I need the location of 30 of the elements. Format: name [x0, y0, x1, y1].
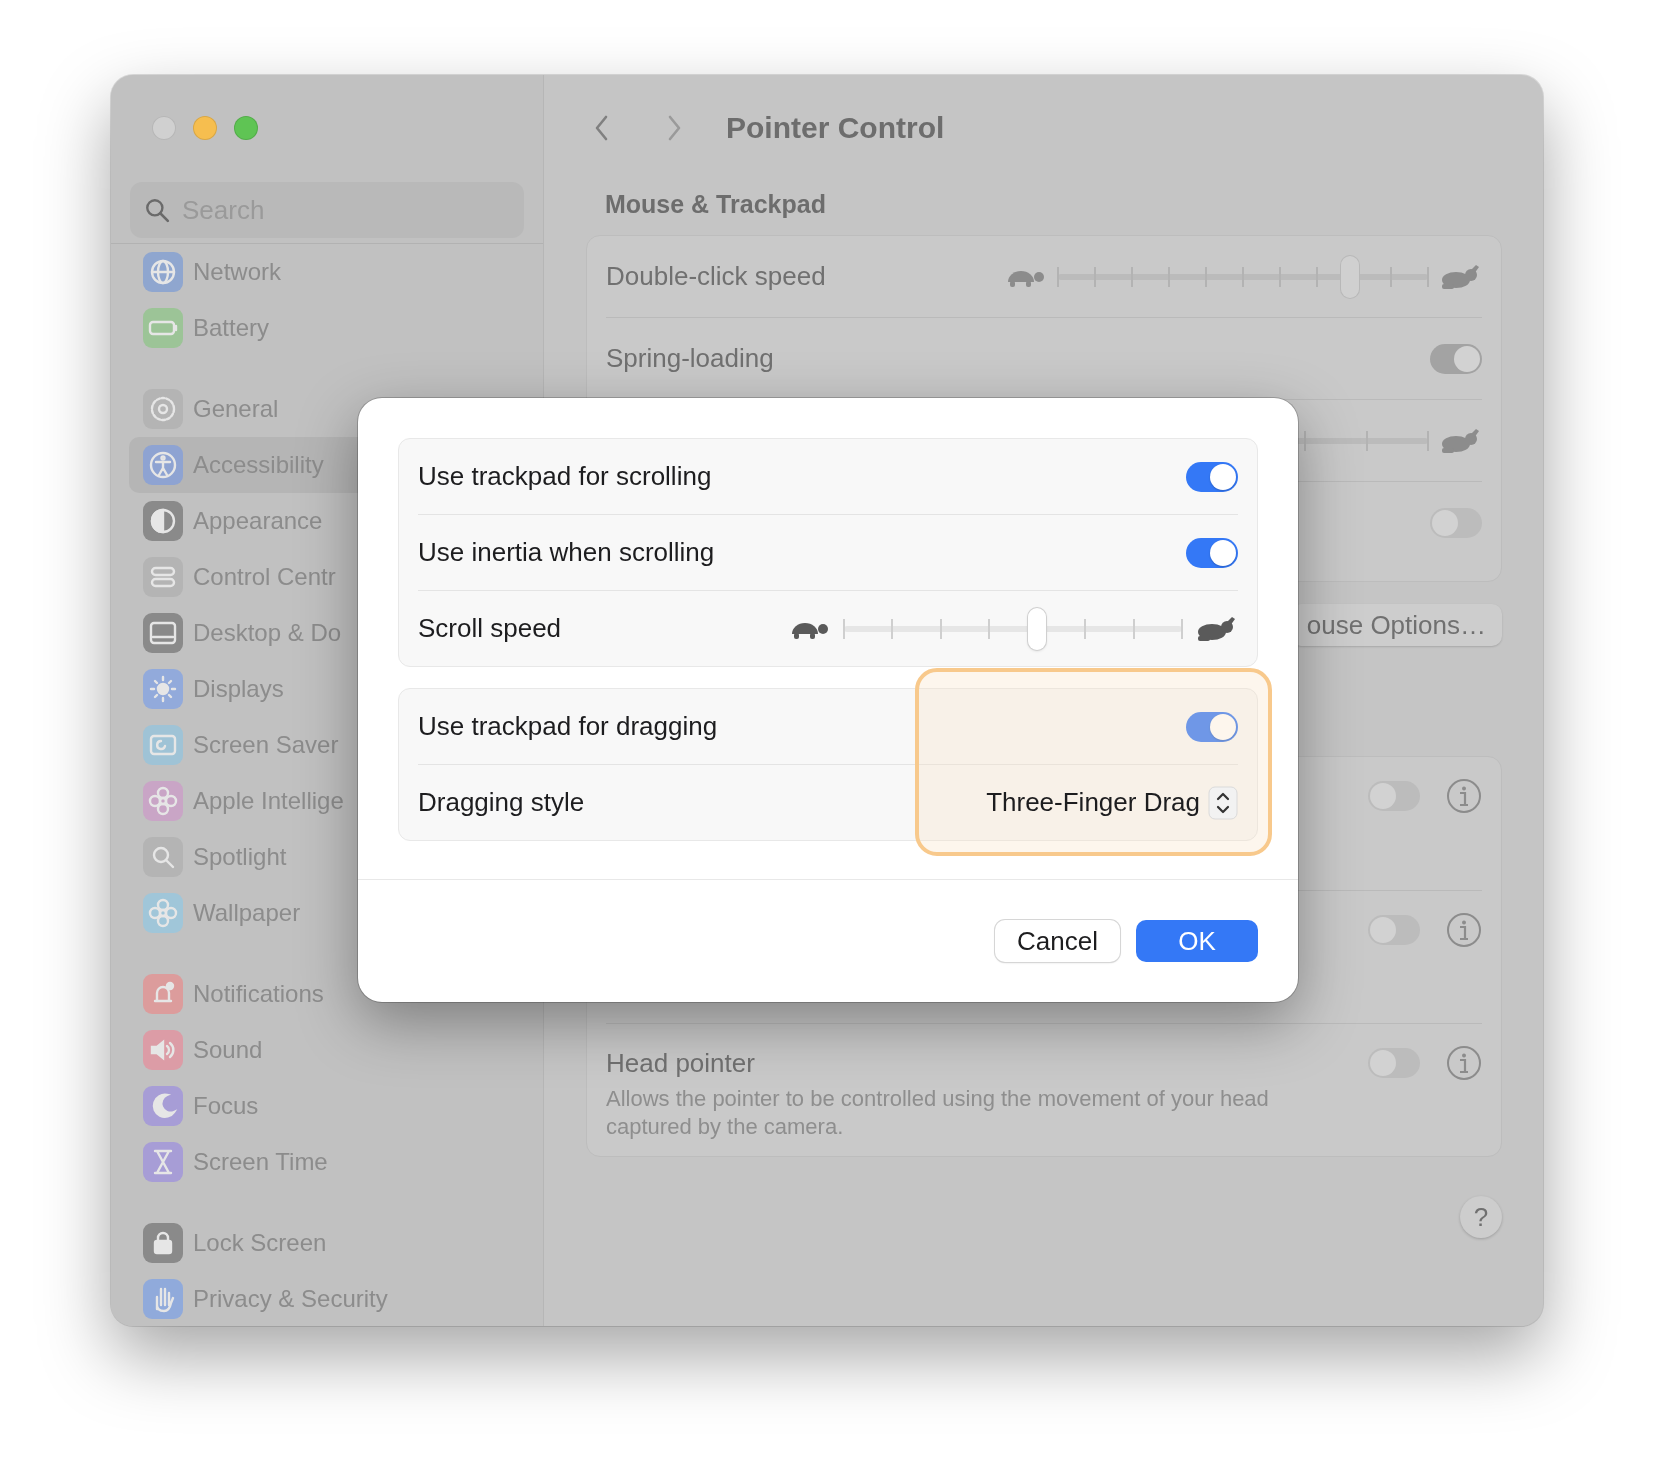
toggle-switch[interactable] [1430, 343, 1482, 374]
setting-label: Spring-loading [606, 343, 774, 374]
up-down-chevron-icon [1208, 785, 1238, 820]
minimize-button[interactable] [193, 116, 217, 140]
toggle-switch[interactable] [1186, 711, 1238, 742]
setting-label: Double-click speed [606, 261, 826, 292]
search-icon [144, 197, 170, 223]
info-icon[interactable] [1446, 778, 1482, 814]
slider-thumb[interactable] [1341, 255, 1360, 298]
ok-button[interactable]: OK [1136, 920, 1258, 962]
toggle-switch[interactable] [1186, 461, 1238, 492]
setting-label: Use inertia when scrolling [418, 537, 715, 568]
setting-label: Use trackpad for dragging [418, 711, 718, 742]
info-icon[interactable] [1446, 912, 1482, 948]
slider[interactable] [844, 606, 1182, 651]
slider[interactable] [1058, 254, 1428, 299]
toggle-switch[interactable] [1186, 537, 1238, 568]
setting-label: Dragging style [418, 787, 585, 818]
window-title: Pointer Control [726, 111, 945, 145]
setting-description: Allows the pointer to be controlled using the movement of your head captured by the camera. [606, 1085, 1270, 1141]
setting-label: Head pointer [606, 1048, 756, 1079]
info-icon[interactable] [1446, 1045, 1482, 1081]
slider-thumb[interactable] [1027, 607, 1046, 650]
help-button[interactable]: ? [1460, 1196, 1502, 1238]
zoom-button[interactable] [234, 116, 258, 140]
setting-label: Scroll speed [418, 613, 562, 644]
section-title: Mouse & Trackpad [604, 189, 827, 220]
popup-button[interactable]: Three-Finger Drag [986, 785, 1238, 820]
close-button[interactable] [152, 116, 176, 140]
cancel-button[interactable]: Cancel [995, 920, 1120, 962]
